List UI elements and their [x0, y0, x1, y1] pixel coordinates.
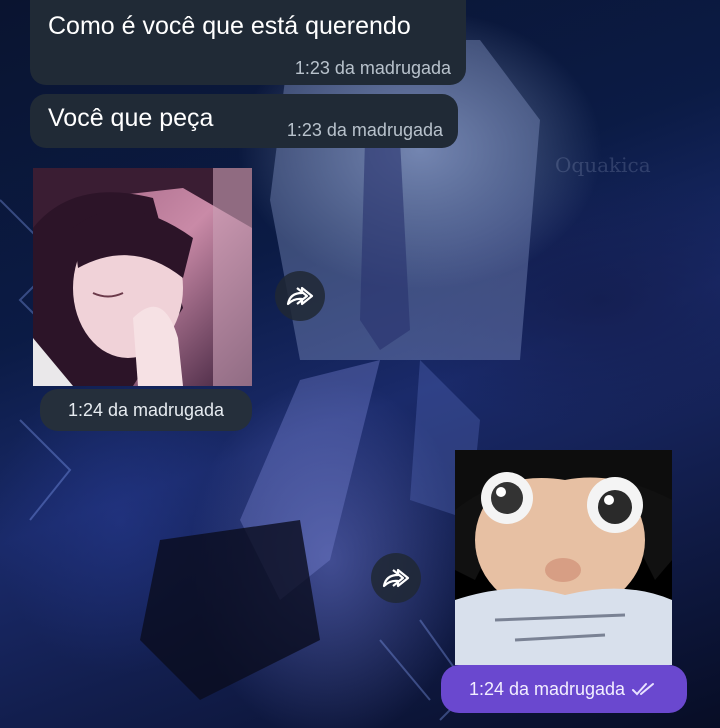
wallpaper-watermark: Oquakica — [555, 153, 651, 177]
photo-girl-image — [33, 168, 252, 386]
forward-icon — [382, 568, 410, 588]
received-photo[interactable] — [33, 168, 252, 386]
photo-boy-image — [455, 450, 672, 665]
message-text: Você que peça — [48, 104, 214, 132]
forward-button[interactable] — [371, 553, 421, 603]
message-time: 1:23 da madrugada — [286, 120, 443, 140]
media-time-badge: 1:24 da madrugada — [441, 665, 687, 713]
double-check-icon — [632, 683, 655, 696]
media-time: 1:24 da madrugada — [67, 399, 225, 420]
message-bubble[interactable]: Como é você que está querendo 1:23 da ma… — [30, 0, 466, 85]
message-text: Como é você que está querendo — [48, 12, 411, 40]
media-time-badge: 1:24 da madrugada — [40, 389, 252, 431]
message-time: 1:23 da madrugada — [294, 58, 451, 78]
forward-icon — [286, 286, 314, 306]
forward-button[interactable] — [275, 271, 325, 321]
sent-photo[interactable] — [455, 450, 672, 665]
message-bubble[interactable]: Você que peça 1:23 da madrugada — [30, 94, 458, 148]
media-time: 1:24 da madrugada — [468, 678, 626, 699]
